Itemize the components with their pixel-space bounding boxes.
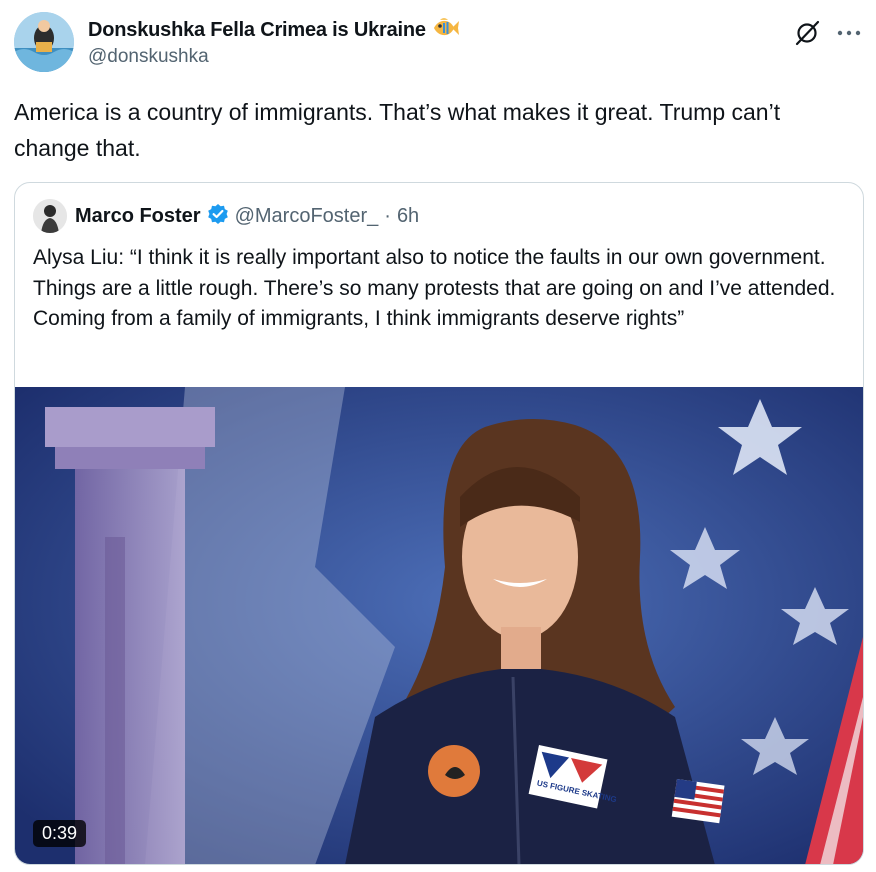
- quoted-post-text: Alysa Liu: “I think it is really importa…: [33, 246, 836, 330]
- more-icon[interactable]: [836, 28, 862, 38]
- author-handle[interactable]: @donskushka: [88, 46, 209, 68]
- fish-icon: [432, 16, 460, 45]
- quoted-author-handle[interactable]: @MarcoFoster_: [235, 205, 379, 228]
- post-header: Donskushka Fella Crimea is Ukraine @dons…: [14, 12, 862, 76]
- verified-badge-icon: [207, 203, 229, 230]
- author-avatar[interactable]: [14, 12, 74, 72]
- author-display-name[interactable]: Donskushka Fella Crimea is Ukraine: [88, 19, 426, 42]
- quoted-author-name[interactable]: Marco Foster: [75, 205, 201, 228]
- quoted-post-time[interactable]: 6h: [397, 205, 419, 228]
- post-text: America is a country of immigrants. That…: [14, 99, 781, 161]
- quoted-post[interactable]: Marco Foster @MarcoFoster_ · 6h Alysa Li…: [14, 182, 864, 865]
- video-player[interactable]: US FIGURE SKATING 0:39: [15, 387, 863, 864]
- grok-icon[interactable]: [792, 18, 822, 48]
- video-thumbnail: US FIGURE SKATING: [15, 387, 863, 864]
- quoted-author-avatar[interactable]: [33, 199, 67, 233]
- video-duration: 0:39: [33, 820, 87, 847]
- separator-dot: ·: [384, 204, 391, 227]
